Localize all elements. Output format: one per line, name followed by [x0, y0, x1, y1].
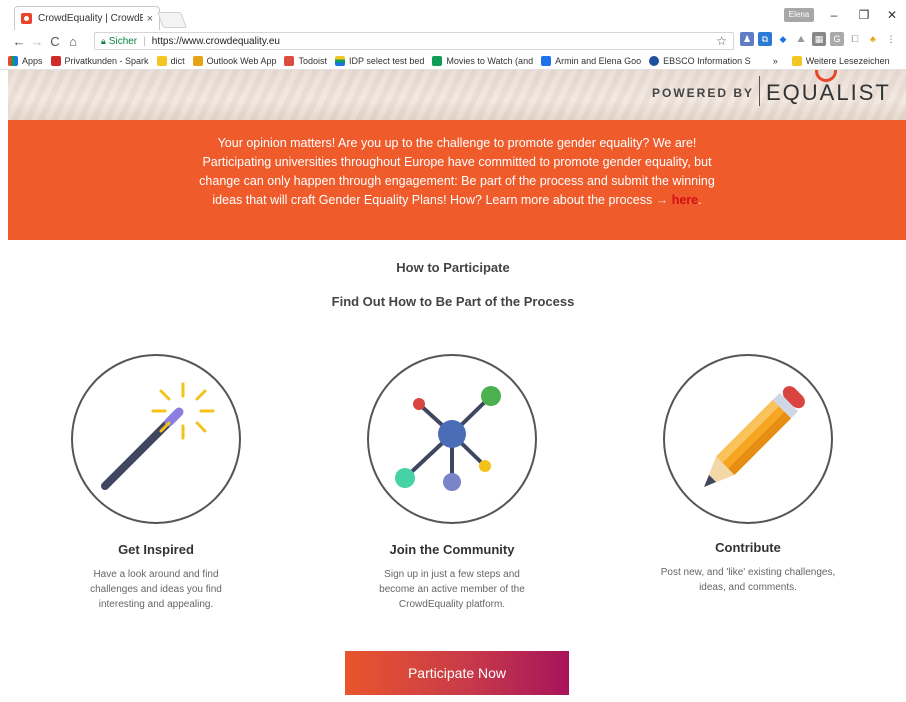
- extension-icon[interactable]: ♟: [740, 32, 754, 46]
- step-circle: [71, 354, 241, 524]
- url-text: https://www.crowdequality.eu: [151, 35, 280, 47]
- address-bar[interactable]: 🔒︎ Sicher | https://www.crowdequality.eu…: [94, 32, 734, 50]
- extension-icon[interactable]: ▦: [812, 32, 826, 46]
- powered-by-label: POWERED BY: [652, 86, 755, 100]
- bookmark-item[interactable]: Outlook Web App: [192, 55, 277, 66]
- step-description: Have a look around and find challenges a…: [90, 569, 222, 610]
- dropbox-icon[interactable]: ◆: [776, 32, 790, 46]
- step-title: Join the Community: [389, 542, 515, 557]
- bookmark-label: IDP select test bed: [349, 55, 425, 66]
- bookmark-label: dict: [170, 55, 185, 66]
- bookmark-label: Outlook Web App: [206, 55, 277, 66]
- bookmark-item[interactable]: dict: [156, 55, 185, 66]
- step-get-inspired: Get Inspired Have a look around and find…: [41, 354, 271, 612]
- section-heading: How to Participate: [396, 260, 510, 275]
- outlook-icon: [192, 55, 203, 66]
- apps-grid-icon: [8, 55, 18, 66]
- extension-icon[interactable]: G: [830, 32, 844, 46]
- extension-icon[interactable]: ⛰: [794, 32, 808, 46]
- banner-text: Your opinion matters! Are you up to the …: [199, 136, 715, 207]
- crowdequality-favicon-icon: [21, 13, 32, 24]
- home-icon[interactable]: ⌂: [64, 34, 82, 49]
- todoist-icon: [284, 55, 295, 66]
- bookmark-item[interactable]: Todoist: [284, 55, 327, 66]
- forward-arrow-icon[interactable]: →: [28, 34, 46, 49]
- equalist-logo[interactable]: EQUALIST: [766, 80, 891, 106]
- step-title: Contribute: [715, 540, 781, 555]
- extension-icon[interactable]: ⧠: [848, 32, 862, 46]
- sheets-icon: [432, 55, 443, 66]
- minimize-button[interactable]: –: [822, 6, 846, 24]
- extension-icon[interactable]: ♣: [866, 32, 880, 46]
- menu-dots-icon[interactable]: ⋮: [884, 32, 898, 46]
- folder-icon: [156, 55, 167, 66]
- section-subheading: Find Out How to Be Part of the Process: [331, 294, 575, 309]
- network-icon: [395, 386, 501, 491]
- bookmark-label: Movies to Watch (and: [446, 55, 534, 66]
- brand-divider: [759, 76, 760, 106]
- bookmark-label: Todoist: [298, 55, 327, 66]
- bookmark-label: Weitere Lesezeichen: [805, 55, 890, 66]
- bookmark-favicon-icon: [50, 55, 61, 66]
- bookmark-label: EBSCO Information S: [663, 55, 751, 66]
- step-contribute: Contribute Post new, and 'like' existing…: [633, 354, 863, 595]
- step-description: Sign up in just a few steps and become a…: [379, 569, 525, 610]
- close-window-button[interactable]: ✕: [880, 6, 904, 24]
- profile-badge[interactable]: Elena: [784, 8, 814, 22]
- idp-icon: [335, 55, 345, 66]
- folder-icon: [791, 55, 802, 66]
- new-tab-button[interactable]: [157, 12, 187, 28]
- banner-period: .: [698, 193, 702, 207]
- ebsco-icon: [649, 55, 660, 66]
- bookmark-item[interactable]: Movies to Watch (and: [432, 55, 534, 66]
- browser-titlebar: CrowdEquality | CrowdEq × Elena – ❐ ✕: [0, 0, 906, 30]
- step-circle: [367, 354, 537, 524]
- learn-more-link[interactable]: here: [672, 193, 698, 207]
- step-description: Post new, and 'like' existing challenges…: [660, 567, 836, 593]
- close-tab-icon[interactable]: ×: [147, 13, 153, 25]
- announcement-banner: Your opinion matters! Are you up to the …: [8, 120, 906, 240]
- bookmark-label: Apps: [22, 55, 43, 66]
- bookmark-item[interactable]: EBSCO Information S: [649, 55, 751, 66]
- tab-title: CrowdEquality | CrowdEq: [38, 13, 143, 24]
- participate-now-button[interactable]: Participate Now: [345, 651, 569, 695]
- extension-icons: ♟ ⧉ ◆ ⛰ ▦ G ⧠ ♣ ⋮: [740, 32, 898, 46]
- bookmark-item[interactable]: Armin and Elena Goo: [541, 55, 642, 66]
- bookmark-star-icon[interactable]: ☆: [716, 34, 727, 48]
- bookmarks-bar: Apps Privatkunden - Spark dict Outlook W…: [0, 52, 906, 70]
- docs-icon: [541, 55, 552, 66]
- lock-icon: 🔒︎: [101, 35, 106, 46]
- extension-icon[interactable]: ⧉: [758, 32, 772, 46]
- secure-label: Sicher: [108, 35, 138, 47]
- bookmark-label: Armin and Elena Goo: [555, 55, 642, 66]
- browser-toolbar: ← → C ⌂ 🔒︎ Sicher | https://www.crowdequ…: [0, 30, 906, 52]
- arrow-icon: →: [655, 193, 669, 207]
- reload-icon[interactable]: C: [46, 34, 64, 49]
- bookmark-label: Privatkunden - Spark: [64, 55, 149, 66]
- bookmark-item[interactable]: Apps: [8, 55, 43, 66]
- bookmark-item[interactable]: Privatkunden - Spark: [50, 55, 149, 66]
- restore-button[interactable]: ❐: [852, 6, 876, 24]
- more-bookmarks-button[interactable]: »: [773, 56, 778, 66]
- banner-text-block: Your opinion matters! Are you up to the …: [187, 134, 727, 210]
- pencil-icon: [704, 386, 805, 487]
- step-circle: [663, 354, 833, 524]
- back-arrow-icon[interactable]: ←: [10, 34, 28, 49]
- magic-wand-icon: [101, 382, 215, 490]
- step-join-community: Join the Community Sign up in just a few…: [337, 354, 567, 612]
- step-title: Get Inspired: [118, 542, 194, 557]
- address-separator: |: [143, 35, 146, 47]
- bookmark-item[interactable]: IDP select test bed: [335, 55, 425, 66]
- browser-tab[interactable]: CrowdEquality | CrowdEq ×: [14, 6, 160, 30]
- other-bookmarks-folder[interactable]: Weitere Lesezeichen: [791, 55, 890, 66]
